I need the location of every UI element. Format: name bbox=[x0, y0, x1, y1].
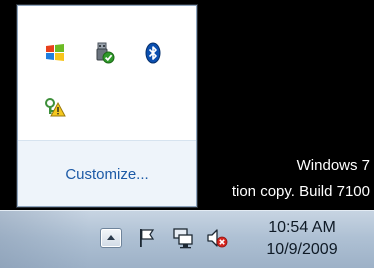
show-hidden-icons-arrow-icon bbox=[107, 235, 115, 240]
windows-logo-icon[interactable] bbox=[44, 42, 66, 64]
usb-device-check-icon[interactable] bbox=[93, 42, 115, 64]
action-center-flag-icon[interactable] bbox=[136, 227, 158, 249]
clock-date: 10/9/2009 bbox=[266, 241, 338, 258]
bluetooth-icon[interactable] bbox=[142, 42, 164, 64]
notification-overflow-flyout: Customize... bbox=[17, 5, 197, 207]
taskbar-shade bbox=[0, 211, 90, 268]
volume-muted-icon[interactable] bbox=[206, 227, 228, 249]
taskbar-clock[interactable]: 10:54 AM 10/9/2009 bbox=[252, 217, 352, 261]
network-key-warning-icon[interactable] bbox=[44, 96, 66, 118]
customize-link[interactable]: Customize... bbox=[18, 166, 196, 183]
watermark-build: tion copy. Build 7100 bbox=[231, 183, 370, 200]
network-icon[interactable] bbox=[172, 227, 194, 249]
watermark-edition: Windows 7 bbox=[296, 157, 370, 174]
hidden-icons-panel bbox=[18, 6, 196, 141]
show-hidden-icons-button[interactable] bbox=[100, 228, 122, 248]
clock-time: 10:54 AM bbox=[268, 219, 336, 236]
taskbar: 10:54 AM 10/9/2009 bbox=[0, 210, 374, 268]
